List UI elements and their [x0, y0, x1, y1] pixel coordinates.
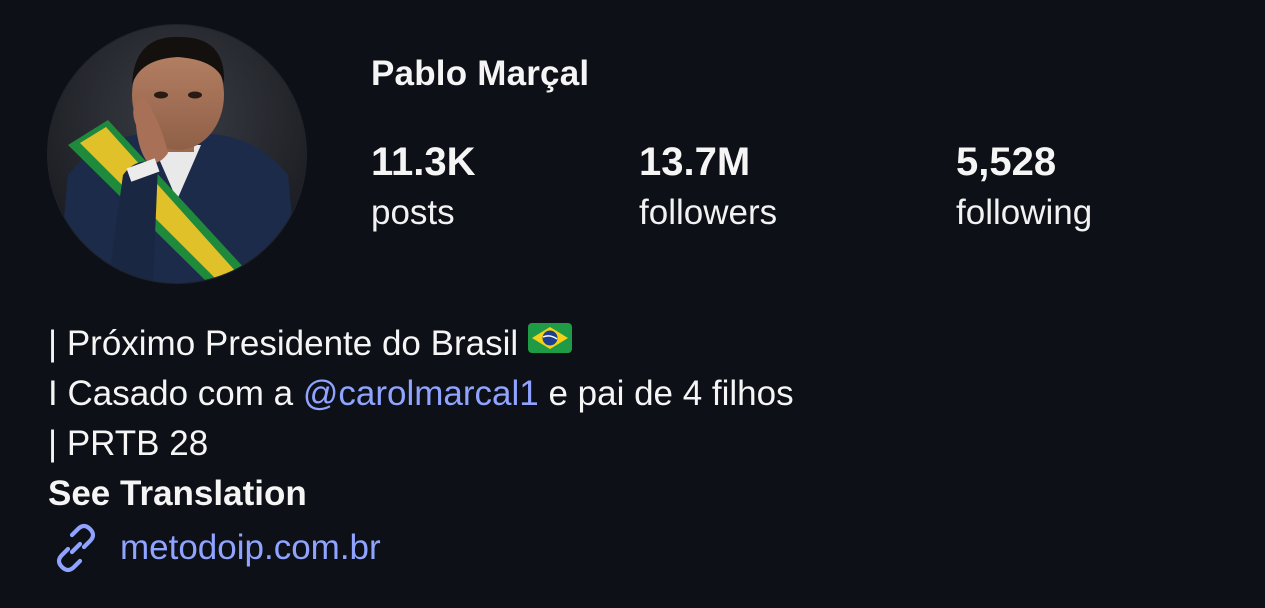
posts-count: 11.3K — [371, 140, 476, 184]
bio-line-2: I Casado com a @carolmarcal1 e pai de 4 … — [48, 369, 794, 419]
see-translation-button[interactable]: See Translation — [48, 469, 794, 519]
profile-username: Pablo Marçal — [371, 54, 590, 93]
stat-followers[interactable]: 13.7M followers — [639, 138, 777, 237]
stat-following[interactable]: 5,528 following — [956, 138, 1092, 237]
link-icon — [56, 523, 96, 573]
following-label: following — [956, 193, 1093, 232]
bio-line-2-suffix: e pai de 4 filhos — [538, 374, 794, 413]
followers-count: 13.7M — [639, 140, 751, 184]
brazil-flag-icon — [528, 317, 573, 367]
posts-label: posts — [371, 193, 455, 232]
mention-link[interactable]: @carolmarcal1 — [303, 374, 539, 413]
website-link-row[interactable]: metodoip.com.br — [48, 519, 794, 577]
website-link[interactable]: metodoip.com.br — [120, 523, 381, 573]
bio-line-2-prefix: I Casado com a — [48, 374, 303, 413]
profile-photo — [48, 25, 306, 283]
bio-line-3: | PRTB 28 — [48, 424, 209, 463]
stat-posts[interactable]: 11.3K posts — [371, 138, 476, 237]
bio: | Próximo Presidente do Brasil I Casado … — [48, 319, 794, 577]
bio-line-1: | Próximo Presidente do Brasil — [48, 319, 794, 369]
avatar[interactable] — [48, 25, 306, 283]
followers-label: followers — [639, 193, 778, 232]
following-count: 5,528 — [956, 140, 1057, 184]
bio-line-1-text: | Próximo Presidente do Brasil — [48, 324, 519, 363]
